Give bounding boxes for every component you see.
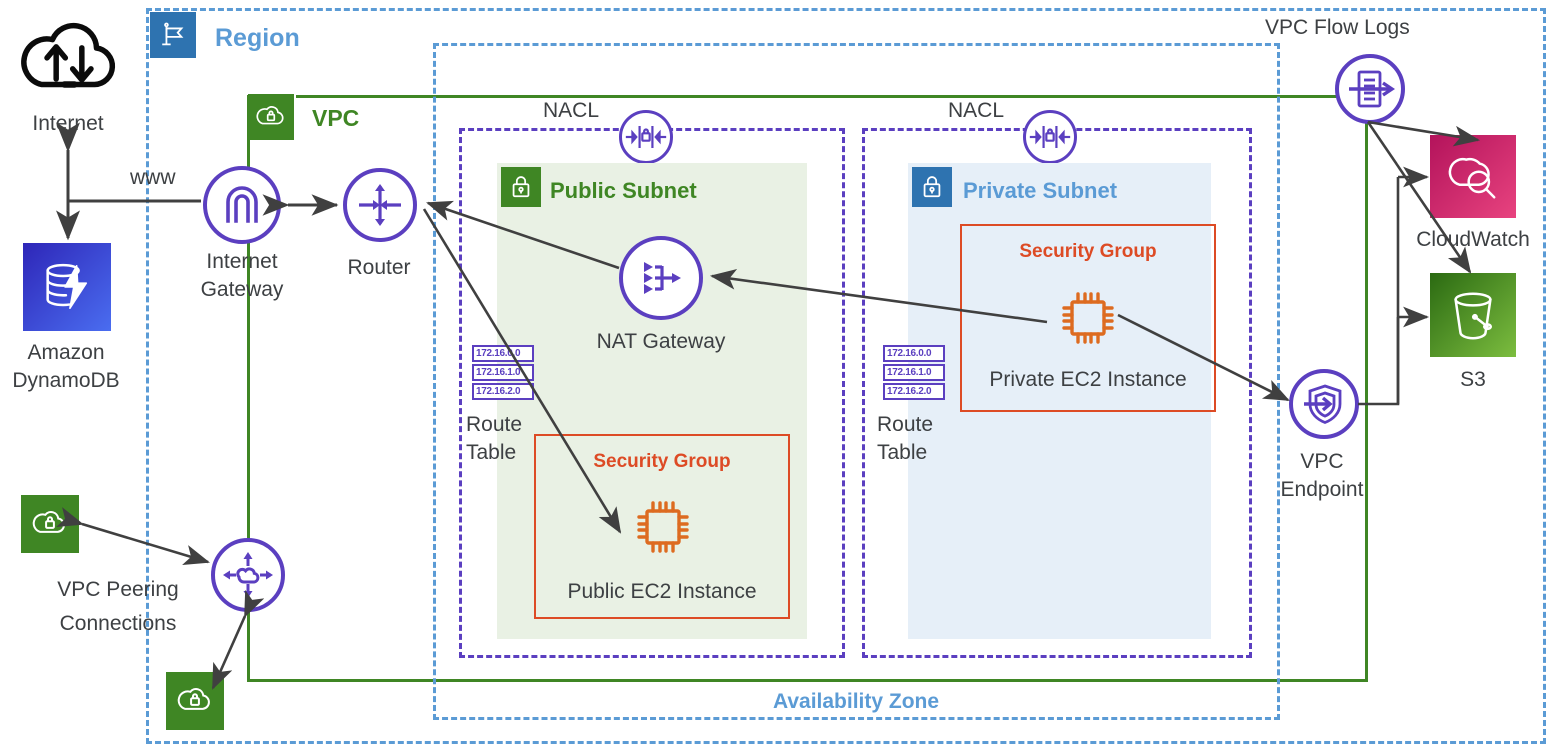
vpc-peering-label-line2: Connections xyxy=(59,612,177,635)
s3-label: S3 xyxy=(1460,368,1486,391)
route-table-row: 172.16.0.0 xyxy=(472,345,534,362)
private-route-table: 172.16.0.0 172.16.1.0 172.16.2.0 xyxy=(883,345,945,402)
vpc-endpoint-label-line2: Endpoint xyxy=(1280,478,1364,501)
public-ec2-instance-label: Public EC2 Instance xyxy=(567,580,757,603)
region-label: Region xyxy=(215,24,300,52)
s3-bucket-icon xyxy=(1430,273,1516,357)
flow-logs-icon[interactable] xyxy=(1335,54,1405,124)
vpc-flow-logs-label: VPC Flow Logs xyxy=(1262,16,1413,41)
diagram-canvas: Region VPC Availability Zone Internet Am… xyxy=(0,0,1556,750)
cloudwatch-label: CloudWatch xyxy=(1416,228,1530,251)
vpc-peering-label-line1: VPC Peering xyxy=(57,578,179,601)
nat-gateway-icon[interactable] xyxy=(619,236,703,320)
route-table-row: 172.16.0.0 xyxy=(883,345,945,362)
route-table-row: 172.16.2.0 xyxy=(883,383,945,400)
internet-gateway-label-line1: Internet xyxy=(206,250,278,273)
dynamodb-icon xyxy=(23,243,111,331)
public-subnet-lock-icon xyxy=(501,167,541,207)
vpc-endpoint-icon[interactable] xyxy=(1289,369,1359,439)
vpc-peering-peer-a-icon xyxy=(21,495,79,553)
internet-gateway-icon[interactable] xyxy=(203,166,281,244)
private-nacl-label: NACL xyxy=(944,99,1009,124)
public-ec2-instance-icon[interactable] xyxy=(628,492,698,562)
private-subnet-label: Private Subnet xyxy=(963,178,1118,203)
vpc-label: VPC xyxy=(312,105,360,131)
router-label: Router xyxy=(347,256,411,279)
public-nacl-icon[interactable] xyxy=(619,110,673,164)
router-icon[interactable] xyxy=(343,168,417,242)
www-label: www xyxy=(130,166,176,189)
internet-gateway-label-line2: Gateway xyxy=(200,278,284,301)
public-subnet-label: Public Subnet xyxy=(550,178,697,203)
vpc-endpoint-label-line1: VPC xyxy=(1300,450,1344,473)
private-security-group-label: Security Group xyxy=(1019,241,1157,262)
route-table-row: 172.16.1.0 xyxy=(883,364,945,381)
public-route-table: 172.16.0.0 172.16.1.0 172.16.2.0 xyxy=(472,345,534,402)
private-nacl-icon[interactable] xyxy=(1023,110,1077,164)
internet-label: Internet xyxy=(32,112,104,135)
private-subnet-lock-icon xyxy=(912,167,952,207)
private-route-table-label-line2: Table xyxy=(877,441,928,464)
vpc-cloud-lock-icon xyxy=(248,94,294,140)
vpc-peering-peer-b-icon xyxy=(166,672,224,730)
dynamodb-label-line1: Amazon xyxy=(27,341,105,364)
public-route-table-label-line2: Table xyxy=(466,441,517,464)
availability-zone-label: Availability Zone xyxy=(772,690,940,713)
cloudwatch-icon xyxy=(1430,135,1516,218)
internet-cloud-icon xyxy=(14,12,124,102)
nat-gateway-label: NAT Gateway xyxy=(596,330,726,353)
private-ec2-instance-label: Private EC2 Instance xyxy=(989,368,1187,391)
public-security-group-label: Security Group xyxy=(593,451,731,472)
public-route-table-label-line1: Route xyxy=(466,413,523,436)
vpc-peering-icon[interactable] xyxy=(211,538,285,612)
route-table-row: 172.16.1.0 xyxy=(472,364,534,381)
public-nacl-label: NACL xyxy=(539,99,604,124)
dynamodb-label-line2: DynamoDB xyxy=(12,369,120,392)
vpc-boundary-right xyxy=(1365,95,1368,682)
region-flag-icon xyxy=(150,12,196,58)
private-route-table-label-line1: Route xyxy=(877,413,934,436)
route-table-row: 172.16.2.0 xyxy=(472,383,534,400)
private-ec2-instance-icon[interactable] xyxy=(1053,283,1123,353)
